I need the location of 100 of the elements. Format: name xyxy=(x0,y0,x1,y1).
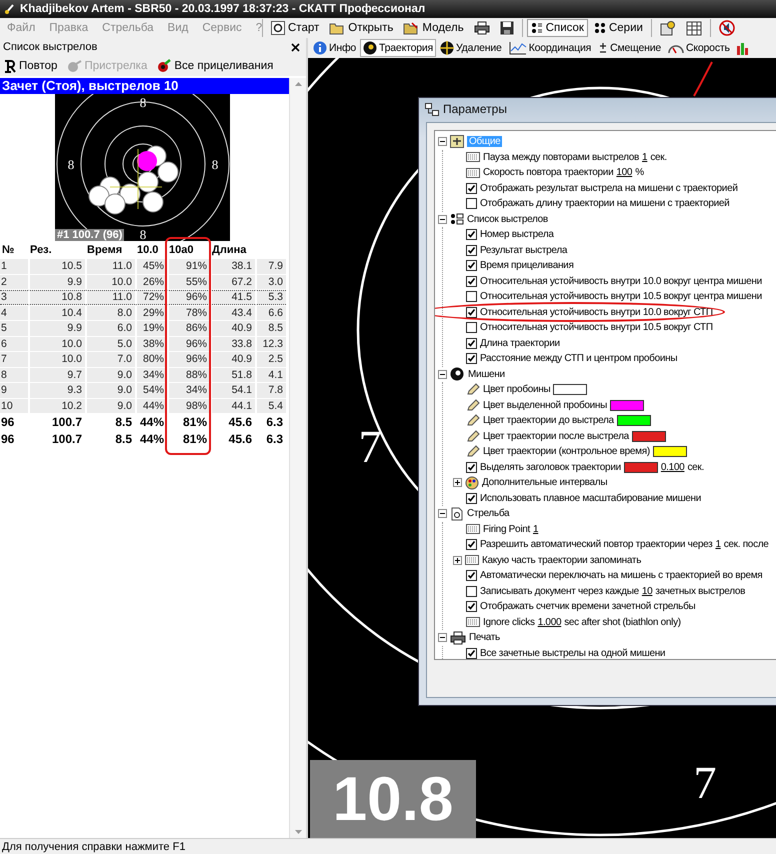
option-label: Дополнительные интервалы xyxy=(482,477,608,488)
value-field[interactable]: 100 xyxy=(616,167,632,178)
checkbox[interactable] xyxy=(466,601,477,612)
color-swatch[interactable] xyxy=(616,415,651,426)
table-cell: 96% xyxy=(167,336,210,351)
target-icon xyxy=(363,41,378,55)
scroll-up-icon[interactable] xyxy=(294,82,302,86)
color-swatch[interactable] xyxy=(624,462,658,473)
collapse-icon[interactable] xyxy=(438,633,447,642)
toolbar-button[interactable]: Старт xyxy=(267,19,324,37)
column-header[interactable]: Рез. xyxy=(28,243,85,258)
color-swatch[interactable] xyxy=(553,384,588,396)
tab[interactable]: Скорость xyxy=(665,39,733,57)
close-icon[interactable] xyxy=(291,42,300,52)
table-cell: 10.0 xyxy=(85,274,135,289)
checkbox[interactable] xyxy=(466,338,477,349)
checkbox[interactable] xyxy=(466,648,477,659)
toolbar-button[interactable]: Серии xyxy=(590,19,647,37)
toolbar-button[interactable]: Список xyxy=(526,19,588,37)
checkbox[interactable] xyxy=(466,260,477,272)
collapse-icon[interactable] xyxy=(438,509,447,518)
table-cell: 7.8 xyxy=(255,383,286,398)
table-cell: 96% xyxy=(167,352,210,366)
checkbox[interactable] xyxy=(466,182,477,194)
window-title: Khadjibekov Artem - SBR50 - 20.03.1997 18:37:23 - СКАТТ Профессионал xyxy=(20,3,426,15)
checkbox[interactable] xyxy=(466,462,477,473)
unit-label: сек. xyxy=(650,152,667,163)
table-cell: 9.3 xyxy=(28,383,85,398)
grid-icon xyxy=(466,617,480,628)
value-field[interactable]: 1 xyxy=(715,539,721,550)
document-icon xyxy=(450,506,464,521)
table-cell: 9.0 xyxy=(85,398,135,413)
collapse-icon[interactable] xyxy=(438,214,447,224)
checkbox[interactable] xyxy=(466,570,477,582)
tab[interactable]: Удаление xyxy=(437,39,505,57)
value-field[interactable]: 1 xyxy=(642,152,648,163)
tree-icon xyxy=(425,102,439,116)
tree-node[interactable]: Печать xyxy=(469,632,500,644)
total-cell-text: 96 xyxy=(0,431,16,447)
table-cell: 1 xyxy=(0,259,28,274)
value-field[interactable]: 0.100 xyxy=(660,462,684,473)
checkbox[interactable] xyxy=(466,306,477,318)
line-graph-icon xyxy=(508,41,527,55)
tree-node[interactable]: Список выстрелов xyxy=(467,214,548,225)
value-field[interactable]: 10 xyxy=(642,586,652,597)
tree-node[interactable]: Мишени xyxy=(468,368,505,380)
expand-icon[interactable] xyxy=(453,556,462,565)
trajectory-line xyxy=(693,62,713,96)
table-cell: 33.8 xyxy=(210,336,255,351)
checkbox[interactable] xyxy=(466,539,477,550)
table-cell: 11.0 xyxy=(85,290,135,304)
table-cell: 10.4 xyxy=(28,306,85,320)
tab[interactable]: Инфо xyxy=(310,39,360,57)
table-cell: 7.9 xyxy=(255,259,286,274)
ring-label: 8 xyxy=(140,227,146,241)
collapse-icon[interactable] xyxy=(438,137,447,146)
selected-shot xyxy=(137,151,157,171)
column-header[interactable]: № xyxy=(0,243,28,258)
scroll-down-icon[interactable] xyxy=(294,830,302,834)
toolbar-button[interactable]: Повтор xyxy=(4,60,58,72)
table-cell: 2.5 xyxy=(255,352,286,366)
checkbox[interactable] xyxy=(466,291,477,302)
color-swatch[interactable] xyxy=(610,400,644,411)
toolbar-button[interactable]: Все прицеливания xyxy=(157,59,274,73)
column-header[interactable]: 10.0 xyxy=(135,243,167,258)
checkbox[interactable] xyxy=(466,586,477,597)
toolbar-button[interactable]: Открыть xyxy=(325,19,398,37)
table-cell: 80% xyxy=(135,352,167,366)
checkbox[interactable] xyxy=(466,276,477,287)
app-icon xyxy=(4,3,16,15)
option-label: Относительная устойчивость внутри 10.0 вокруг центра мишени xyxy=(480,276,762,287)
unit-label: сек. xyxy=(687,462,704,473)
checkbox[interactable] xyxy=(466,229,477,240)
target-icon xyxy=(157,59,172,73)
printer-icon xyxy=(474,21,490,35)
column-header[interactable]: 10a0 xyxy=(167,243,210,258)
column-header[interactable]: Время xyxy=(85,243,135,258)
table-cell: 3.0 xyxy=(255,274,286,289)
expand-icon[interactable] xyxy=(453,478,462,488)
tab[interactable]: Смещение xyxy=(595,39,664,57)
checkbox[interactable] xyxy=(466,353,477,364)
total-cell-text: 45.6 xyxy=(228,431,253,447)
checkbox[interactable] xyxy=(466,198,477,210)
value-field[interactable]: 1.000 xyxy=(538,616,562,628)
collapse-icon[interactable] xyxy=(438,370,447,379)
table-cell: 34% xyxy=(167,383,210,398)
tab[interactable]: Координация xyxy=(506,39,594,57)
color-swatch[interactable] xyxy=(632,430,666,442)
color-swatch[interactable] xyxy=(652,446,687,458)
group-header[interactable]: Зачет (Стоя), выстрелов 10 xyxy=(0,78,289,94)
checkbox[interactable] xyxy=(466,322,477,334)
column-header[interactable]: Длина xyxy=(210,243,255,258)
table-cell: 7.0 xyxy=(85,352,135,366)
toolbar-button[interactable]: Модель xyxy=(399,19,468,37)
checkbox[interactable] xyxy=(466,492,477,504)
value-field[interactable]: 1 xyxy=(532,524,538,535)
tree-node[interactable]: Стрельба xyxy=(467,508,510,520)
tab[interactable]: Траектория xyxy=(360,39,436,57)
r-letter-icon xyxy=(4,60,17,72)
checkbox[interactable] xyxy=(466,244,477,256)
